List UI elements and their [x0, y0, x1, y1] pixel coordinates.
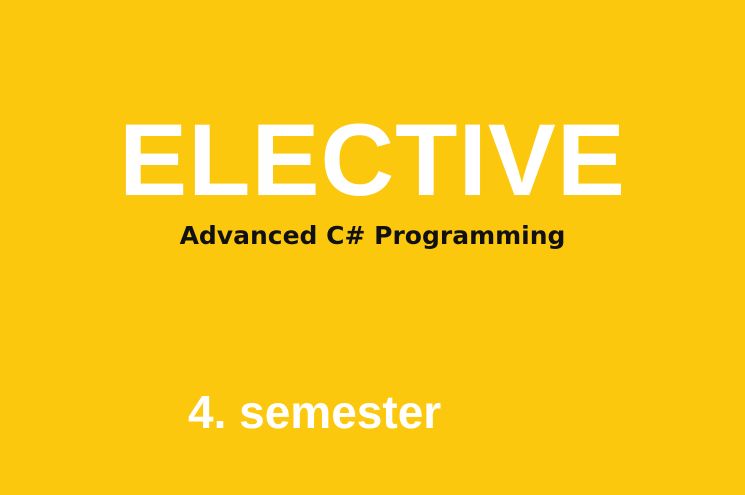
banner-subtitle: Advanced C# Programming	[179, 221, 566, 250]
banner-title: ELECTIVE	[119, 103, 626, 217]
semester-label: 4. semester	[188, 386, 442, 438]
course-banner: ELECTIVE Advanced C# Programming 4. seme…	[0, 0, 745, 495]
